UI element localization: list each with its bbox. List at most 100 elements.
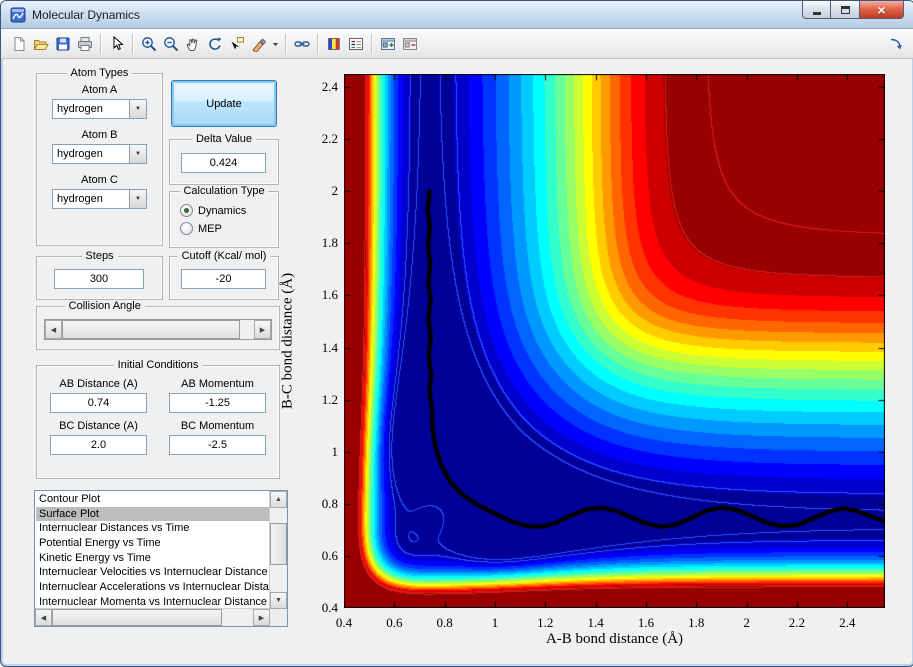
atom-c-label: Atom C: [81, 174, 118, 186]
list-item[interactable]: Potential Energy vs Time: [36, 536, 269, 551]
data-cursor-button[interactable]: [226, 33, 248, 55]
field-label: AB Distance (A): [59, 378, 138, 390]
atom-b-select[interactable]: hydrogen ▼: [52, 144, 147, 164]
pes-contour-canvas[interactable]: [344, 74, 885, 608]
ab-distance-input[interactable]: [50, 393, 147, 413]
slider-thumb[interactable]: [62, 320, 240, 339]
open-file-button[interactable]: [30, 33, 52, 55]
atom-a-select[interactable]: hydrogen ▼: [52, 99, 147, 119]
y-tick-label: 2.2: [321, 131, 338, 147]
toolbar: [1, 29, 913, 59]
field-label: BC Distance (A): [59, 420, 138, 432]
insert-legend-button[interactable]: [345, 33, 367, 55]
panel-title: Delta Value: [191, 133, 257, 145]
new-file-button[interactable]: [8, 33, 30, 55]
zoom-in-button[interactable]: [138, 33, 160, 55]
plot-area: A-B bond distance (Å) B-C bond distance …: [280, 74, 885, 647]
y-tick-label: 2: [331, 183, 339, 199]
list-horizontal-scrollbar[interactable]: ◀ ▶: [35, 608, 270, 626]
scroll-right-button[interactable]: ▶: [253, 609, 270, 626]
y-tick-label: 1: [331, 443, 339, 459]
save-button[interactable]: [52, 33, 74, 55]
insert-colorbar-button[interactable]: [323, 33, 345, 55]
save-icon: [56, 37, 70, 50]
radio-mep[interactable]: MEP: [180, 222, 278, 235]
window-controls: ×: [802, 1, 904, 19]
scroll-up-button[interactable]: ▲: [270, 491, 287, 508]
list-vertical-scrollbar[interactable]: ▲ ▼: [269, 491, 287, 609]
window-title: Molecular Dynamics: [32, 7, 141, 22]
toolbar-separator: [285, 33, 287, 54]
brush-button[interactable]: [248, 33, 270, 55]
steps-input[interactable]: [54, 269, 144, 289]
delta-value-input[interactable]: [181, 153, 266, 173]
y-tick-label: 2.4: [321, 79, 338, 95]
list-item[interactable]: Internuclear Accelerations vs Internucle…: [36, 580, 269, 595]
pointer-icon: [113, 35, 124, 50]
atom-fields: Atom A hydrogen ▼ Atom B hydrogen ▼ Atom C hydr…: [37, 84, 162, 209]
vertical-scroll-thumb[interactable]: [270, 523, 287, 565]
chevron-down-icon[interactable]: ▼: [129, 100, 146, 118]
chevron-down-icon[interactable]: ▼: [129, 190, 146, 208]
panel-title: Initial Conditions: [113, 359, 203, 371]
x-tick-label: 0.6: [386, 615, 403, 630]
list-item[interactable]: Internuclear Distances vs Time: [36, 521, 269, 536]
x-tick-label: 1.4: [587, 615, 604, 630]
bc-distance-field: BC Distance (A): [47, 420, 150, 455]
pan-hand-button[interactable]: [182, 33, 204, 55]
collision-angle-slider[interactable]: ◀ ▶: [44, 319, 272, 340]
horizontal-scroll-thumb[interactable]: [52, 609, 222, 626]
ab-momentum-field: AB Momentum: [166, 378, 269, 413]
field-label: BC Momentum: [180, 420, 255, 432]
x-tick-label: 1: [491, 615, 499, 630]
list-item[interactable]: Contour Plot: [36, 492, 269, 507]
panel-title: Atom Types: [66, 67, 133, 79]
collision-angle-panel: Collision Angle ◀ ▶: [36, 300, 280, 350]
maximize-button[interactable]: [831, 1, 859, 19]
update-button[interactable]: Update: [171, 80, 277, 127]
scroll-left-button[interactable]: ◀: [35, 609, 52, 626]
radio-icon: [180, 222, 193, 235]
y-tick-label: 1.4: [321, 339, 338, 355]
chevron-down-icon[interactable]: ▼: [129, 145, 146, 163]
ab-momentum-input[interactable]: [169, 393, 266, 413]
radio-dynamics[interactable]: Dynamics: [180, 204, 278, 217]
list-item[interactable]: Internuclear Momenta vs Internuclear Dis…: [36, 595, 269, 608]
list-item[interactable]: Internuclear Velocities vs Internuclear …: [36, 565, 269, 580]
toolbar-separator: [132, 33, 134, 54]
pointer-button[interactable]: [106, 33, 128, 55]
hide-plot-tools-button[interactable]: [399, 33, 421, 55]
bc-momentum-input[interactable]: [169, 435, 266, 455]
radio-label: Dynamics: [198, 204, 247, 217]
panel-title: Cutoff (Kcal/ mol): [177, 250, 271, 262]
dock-figure-button[interactable]: [885, 33, 907, 55]
data-cursor-icon: [231, 36, 244, 49]
combo-value: hydrogen: [57, 193, 103, 205]
rotate-3d-button[interactable]: [204, 33, 226, 55]
print-button[interactable]: [74, 33, 96, 55]
slider-right-arrow-button[interactable]: ▶: [254, 320, 271, 339]
show-plot-tools-icon: [381, 37, 395, 50]
bc-distance-input[interactable]: [50, 435, 147, 455]
y-tick-label: 1.2: [321, 391, 338, 407]
slider-left-arrow-button[interactable]: ◀: [45, 320, 62, 339]
brush-menu-button[interactable]: [270, 33, 281, 55]
zoom-out-button[interactable]: [160, 33, 182, 55]
combo-value: hydrogen: [57, 103, 103, 115]
x-tick-label: 1.6: [637, 615, 655, 630]
close-button[interactable]: ×: [859, 1, 904, 19]
link-plot-icon: [294, 40, 310, 47]
panel-title: Steps: [81, 250, 118, 262]
minimize-icon: [812, 11, 821, 15]
link-plot-button[interactable]: [291, 33, 313, 55]
atom-types-panel: Atom Types Atom A hydrogen ▼ Atom B hydrogen…: [36, 67, 163, 246]
atom-c-select[interactable]: hydrogen ▼: [52, 189, 147, 209]
cutoff-input[interactable]: [181, 269, 266, 289]
atom-b-label: Atom B: [81, 129, 118, 141]
minimize-button[interactable]: [802, 1, 831, 19]
zoom-out-icon: [164, 36, 179, 51]
scroll-down-button[interactable]: ▼: [270, 592, 287, 609]
show-plot-tools-button[interactable]: [377, 33, 399, 55]
list-item[interactable]: Surface Plot: [36, 506, 269, 522]
list-item[interactable]: Kinetic Energy vs Time: [36, 551, 269, 566]
